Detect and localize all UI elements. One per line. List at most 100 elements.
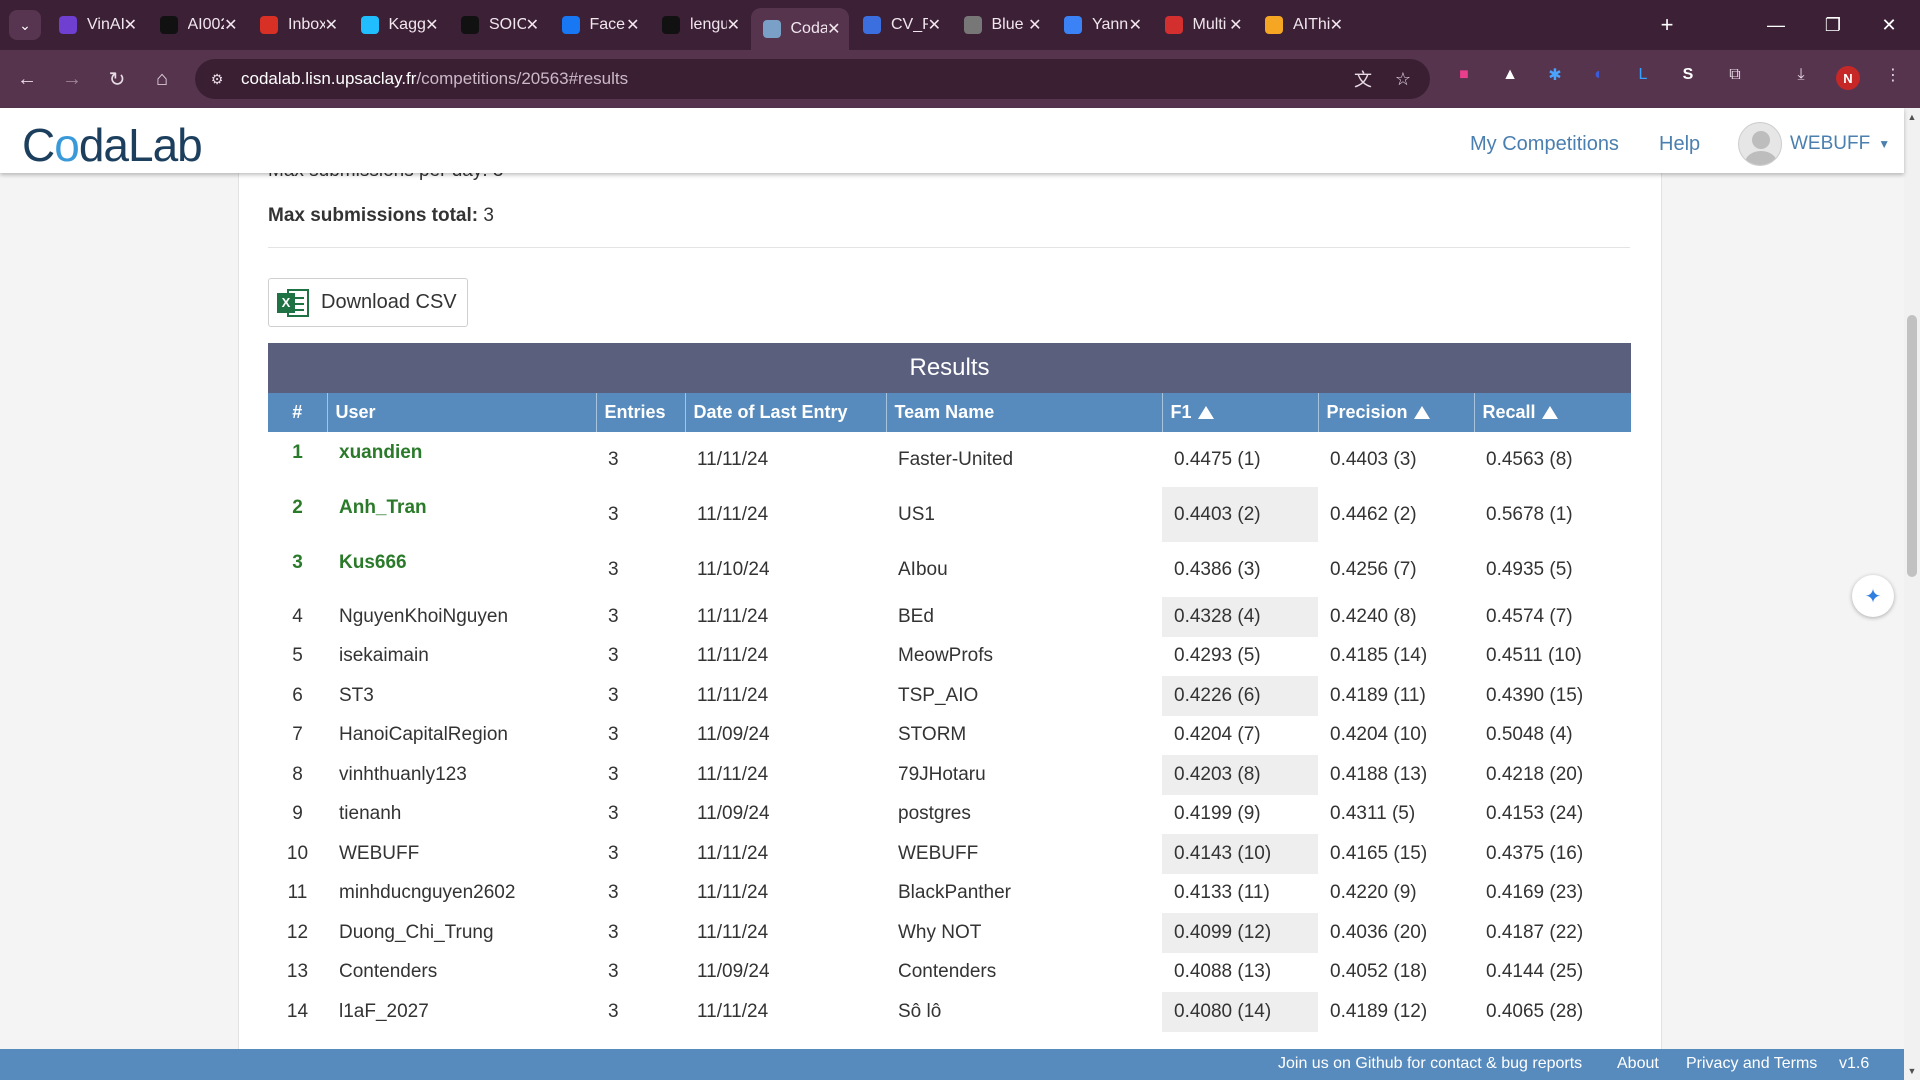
cell-user[interactable]: WEBUFF <box>327 834 596 874</box>
browser-tab[interactable]: lengu ✕ <box>650 8 748 42</box>
downloads-icon[interactable]: ⤓ <box>1788 62 1814 88</box>
site-info-icon[interactable]: ⚙ <box>207 69 227 89</box>
browser-tab[interactable]: AIThi ✕ <box>1253 8 1351 42</box>
cell-user[interactable]: minhducnguyen2602 <box>327 874 596 914</box>
browser-tab[interactable]: Multi ✕ <box>1153 8 1251 42</box>
scroll-up-icon[interactable]: ▲ <box>1907 112 1917 122</box>
tab-close-icon[interactable]: ✕ <box>928 15 941 35</box>
back-button[interactable]: ← <box>10 62 44 96</box>
browser-tab[interactable]: Facebook✕ <box>550 8 648 42</box>
extension-s-icon[interactable]: S <box>1675 62 1701 88</box>
browser-tab[interactable]: Yann ✕ <box>1052 8 1150 42</box>
cell-user[interactable]: NguyenKhoiNguyen <box>327 597 596 637</box>
cell-user[interactable]: xuandien <box>327 432 596 487</box>
close-window-button[interactable]: ✕ <box>1866 8 1912 42</box>
cell-user[interactable]: l1aF_2027 <box>327 992 596 1032</box>
restore-button[interactable]: ❐ <box>1810 8 1856 42</box>
extensions-puzzle-icon[interactable]: ⧉ <box>1722 62 1748 88</box>
browser-tab[interactable]: Coda ✕ <box>750 8 849 50</box>
col-header-date[interactable]: Date of Last Entry <box>684 393 886 432</box>
cell-user[interactable]: Duong_Chi_Trung <box>327 913 596 953</box>
tab-title: Facebook <box>589 16 627 33</box>
sort-up-icon[interactable] <box>1541 406 1558 419</box>
page-scrollbar[interactable]: ▲ ▼ <box>1904 108 1920 1080</box>
tab-close-icon[interactable]: ✕ <box>727 15 740 35</box>
cell-date: 11/11/24 <box>697 1000 769 1022</box>
forward-button[interactable]: → <box>55 62 89 96</box>
reload-button[interactable]: ↻ <box>100 62 134 96</box>
profile-avatar[interactable]: N <box>1836 66 1860 90</box>
cell-user[interactable]: Contenders <box>327 953 596 993</box>
tab-close-icon[interactable]: ✕ <box>1028 15 1041 35</box>
browser-tab[interactable]: VinAI ✕ <box>47 8 145 42</box>
col-header-rank[interactable]: # <box>268 393 327 432</box>
home-button[interactable]: ⌂ <box>145 62 179 96</box>
about-link[interactable]: About <box>1617 1055 1659 1073</box>
tab-title: Blue <box>991 16 1024 33</box>
tab-close-icon[interactable]: ✕ <box>626 15 639 35</box>
new-tab-button[interactable]: + <box>1652 10 1682 40</box>
tab-close-icon[interactable]: ✕ <box>526 15 539 35</box>
bookmark-star-icon[interactable]: ☆ <box>1392 68 1414 90</box>
tab-close-icon[interactable]: ✕ <box>124 15 137 35</box>
tab-search-button[interactable]: ⌄ <box>9 10 41 40</box>
cell-user[interactable]: Kus666 <box>327 542 596 597</box>
assistant-sparkle-button[interactable]: ✦ <box>1852 575 1894 617</box>
col-header-user[interactable]: User <box>326 393 596 432</box>
cell-team: AIbou <box>898 558 948 580</box>
col-header-f1[interactable]: F1 <box>1161 393 1318 432</box>
tab-close-icon[interactable]: ✕ <box>425 15 438 35</box>
help-link[interactable]: Help <box>1659 133 1700 156</box>
cell-rank: 6 <box>292 684 303 706</box>
extension-drive-icon[interactable]: ▲ <box>1497 62 1523 88</box>
user-menu[interactable]: WEBUFF ▼ <box>1738 122 1890 166</box>
browser-tab[interactable]: SOICT✕ <box>449 8 547 42</box>
scroll-down-icon[interactable]: ▼ <box>1907 1066 1917 1076</box>
more-menu-icon[interactable]: ⋮ <box>1880 62 1906 88</box>
browser-toolbar: ← → ↻ ⌂ ⚙ codalab.lisn.upsaclay.fr/compe… <box>0 50 1920 108</box>
sort-up-icon[interactable] <box>1413 406 1430 419</box>
my-competitions-link[interactable]: My Competitions <box>1470 133 1619 156</box>
codalab-logo[interactable]: CodaLab <box>22 118 203 172</box>
tab-close-icon[interactable]: ✕ <box>1330 15 1343 35</box>
browser-tab[interactable]: Kaggle✕ <box>349 8 447 42</box>
cell-user[interactable]: Anh_Tran <box>327 487 596 542</box>
privacy-link[interactable]: Privacy and Terms <box>1686 1055 1817 1073</box>
github-link[interactable]: Join us on Github for contact & bug repo… <box>1278 1055 1582 1073</box>
cell-precision: 0.4462 (2) <box>1330 503 1417 525</box>
tab-close-icon[interactable]: ✕ <box>1129 15 1142 35</box>
tab-close-icon[interactable]: ✕ <box>325 15 338 35</box>
address-bar[interactable]: ⚙ codalab.lisn.upsaclay.fr/competitions/… <box>195 59 1430 99</box>
download-csv-button[interactable]: X Download CSV <box>268 278 468 327</box>
browser-tab[interactable]: Inbox ✕ <box>248 8 346 42</box>
cell-entries: 3 <box>608 448 619 470</box>
col-header-precision[interactable]: Precision <box>1317 393 1474 432</box>
browser-tab[interactable]: CV_P ✕ <box>851 8 949 42</box>
tab-close-icon[interactable]: ✕ <box>827 19 840 39</box>
browser-tab[interactable]: AI002✕ <box>148 8 246 42</box>
cell-user[interactable]: ST3 <box>327 676 596 716</box>
tab-close-icon[interactable]: ✕ <box>224 15 237 35</box>
cell-precision: 0.4403 (3) <box>1330 448 1417 470</box>
col-header-team[interactable]: Team Name <box>885 393 1162 432</box>
cell-user[interactable]: tienanh <box>327 795 596 835</box>
extension-c-icon[interactable]: ◐ <box>1586 62 1612 88</box>
col-header-entries[interactable]: Entries <box>595 393 685 432</box>
scrollbar-thumb[interactable] <box>1907 315 1917 577</box>
minimize-button[interactable]: — <box>1753 8 1799 42</box>
col-header-recall[interactable]: Recall <box>1473 393 1631 432</box>
url-text[interactable]: codalab.lisn.upsaclay.fr/competitions/20… <box>241 69 628 89</box>
cell-entries: 3 <box>608 763 619 785</box>
excel-icon: X <box>277 287 309 319</box>
cell-rank: 2 <box>292 497 303 518</box>
extension-l-icon[interactable]: L <box>1630 62 1656 88</box>
extension-video-icon[interactable]: ■ <box>1451 62 1477 88</box>
translate-icon[interactable]: 文 <box>1352 68 1374 90</box>
cell-user[interactable]: isekaimain <box>327 637 596 677</box>
cell-user[interactable]: vinhthuanly123 <box>327 755 596 795</box>
sort-up-icon[interactable] <box>1197 406 1214 419</box>
cell-user[interactable]: HanoiCapitalRegion <box>327 716 596 756</box>
browser-tab[interactable]: Blue ✕ <box>952 8 1050 42</box>
extension-puzzle-blue-icon[interactable]: ✱ <box>1542 62 1568 88</box>
tab-close-icon[interactable]: ✕ <box>1229 15 1242 35</box>
